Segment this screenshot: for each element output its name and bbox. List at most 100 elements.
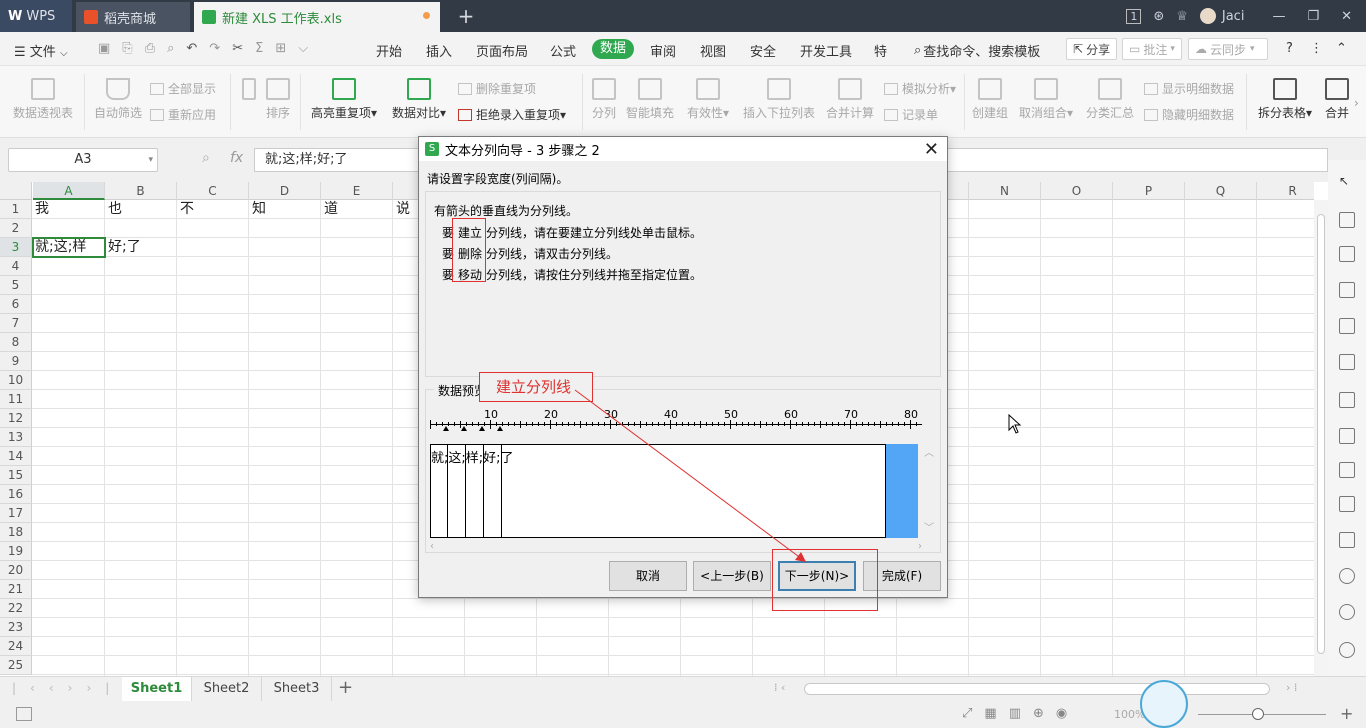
- validity-button[interactable]: 有效性▾: [684, 78, 732, 121]
- hscroll-right-arrow[interactable]: › ⁞: [1286, 681, 1297, 694]
- select-all-corner[interactable]: [0, 182, 32, 200]
- avatar[interactable]: [1199, 8, 1216, 24]
- grid-view-icon[interactable]: [1339, 318, 1355, 334]
- column-header-N[interactable]: N: [969, 182, 1041, 200]
- dialog-close-button[interactable]: ✕: [924, 139, 939, 160]
- page-break-icon[interactable]: ▥: [1009, 706, 1021, 721]
- cell-B3[interactable]: 好;了: [105, 238, 141, 257]
- print-icon[interactable]: ⎙: [145, 41, 155, 56]
- export-icon[interactable]: ⎘: [122, 41, 132, 56]
- column-header-A[interactable]: A: [33, 182, 105, 200]
- reapply-button[interactable]: 重新应用: [150, 106, 216, 123]
- vertical-scrollbar[interactable]: [1314, 200, 1328, 676]
- tab-document[interactable]: 新建 XLS 工作表.xls: [194, 2, 440, 32]
- more-options-icon[interactable]: ⋮: [1310, 41, 1323, 56]
- sheet-tab-3[interactable]: Sheet3: [262, 677, 332, 701]
- row-header-2[interactable]: 2: [0, 219, 32, 238]
- row-header-5[interactable]: 5: [0, 276, 32, 295]
- row-header-7[interactable]: 7: [0, 314, 32, 333]
- fullscreen-icon[interactable]: ⤢: [962, 706, 972, 721]
- shirt-icon[interactable]: ♕: [1176, 9, 1188, 24]
- cloud-sync-button[interactable]: ☁ 云同步 ▾: [1188, 38, 1268, 60]
- cell-A1[interactable]: 我: [32, 200, 49, 219]
- cell-D1[interactable]: 知: [249, 200, 266, 219]
- highlight-duplicates-button[interactable]: 高亮重复项▾: [308, 78, 380, 121]
- menu-page-layout[interactable]: 页面布局: [476, 41, 528, 60]
- menu-security[interactable]: 安全: [750, 41, 776, 60]
- menu-view[interactable]: 视图: [700, 41, 726, 60]
- minimize-button[interactable]: —: [1272, 9, 1285, 24]
- column-split-line[interactable]: [501, 445, 502, 537]
- consolidate-button[interactable]: 合并计算: [824, 78, 876, 121]
- vertical-scroll-thumb[interactable]: [1317, 214, 1325, 654]
- row-header-6[interactable]: 6: [0, 295, 32, 314]
- zoom-slider-handle[interactable]: [1252, 708, 1264, 720]
- name-box[interactable]: A3 ▾: [8, 148, 158, 172]
- row-header-20[interactable]: 20: [0, 561, 32, 580]
- image-icon[interactable]: [1339, 428, 1355, 444]
- sort-asc-button[interactable]: [238, 78, 260, 104]
- eye-protect-icon[interactable]: ◉: [1056, 706, 1067, 721]
- sheet-nav-arrows[interactable]: |‹‹››|: [12, 681, 123, 695]
- file-menu[interactable]: ☰ 文件 ⌵: [14, 41, 68, 60]
- cancel-button[interactable]: 取消: [609, 561, 687, 591]
- row-header-18[interactable]: 18: [0, 523, 32, 542]
- help-button[interactable]: ?: [1286, 41, 1293, 56]
- undo-icon[interactable]: ↶: [186, 41, 197, 56]
- column-header-C[interactable]: C: [177, 182, 249, 200]
- add-sheet-button[interactable]: +: [338, 677, 353, 698]
- style-icon[interactable]: [1339, 212, 1355, 228]
- column-header-R[interactable]: R: [1257, 182, 1314, 200]
- share-out-icon[interactable]: [1339, 462, 1355, 478]
- user-name[interactable]: Jaci: [1222, 9, 1245, 24]
- row-header-16[interactable]: 16: [0, 485, 32, 504]
- menu-formula[interactable]: 公式: [550, 41, 576, 60]
- menu-special[interactable]: 特: [874, 41, 887, 60]
- cell-E1[interactable]: 道: [321, 200, 338, 219]
- preview-data-area[interactable]: 就;这;样;好;了: [430, 444, 886, 538]
- redo-icon[interactable]: ↷: [209, 41, 220, 56]
- page-layout-icon[interactable]: ⊕: [1033, 706, 1044, 721]
- split-arrow-icon[interactable]: [479, 426, 485, 431]
- back-button[interactable]: <上一步(B): [693, 561, 771, 591]
- filter-panel-icon[interactable]: [1339, 354, 1355, 370]
- print-preview-icon[interactable]: ⌕: [167, 41, 174, 56]
- row-header-1[interactable]: 1: [0, 200, 32, 219]
- simulate-analysis-button[interactable]: 模拟分析 ▾: [884, 80, 956, 97]
- row-header-12[interactable]: 12: [0, 409, 32, 428]
- cell-B1[interactable]: 也: [105, 200, 122, 219]
- cell-F1[interactable]: 说: [393, 200, 410, 219]
- menu-home[interactable]: 开始: [376, 41, 402, 60]
- data-compare-button[interactable]: 数据对比▾: [388, 78, 450, 121]
- macro-record-icon[interactable]: [16, 707, 32, 721]
- chevron-up-icon[interactable]: ︿: [922, 444, 936, 459]
- sort-button[interactable]: 排序: [264, 78, 292, 121]
- row-header-10[interactable]: 10: [0, 371, 32, 390]
- split-arrow-icon[interactable]: [443, 426, 449, 431]
- split-table-button[interactable]: 拆分表格▾: [1254, 78, 1316, 121]
- split-arrow-icon[interactable]: [461, 426, 467, 431]
- fx-icon[interactable]: fx: [230, 150, 243, 166]
- chevron-down-icon[interactable]: ﹀: [922, 519, 936, 534]
- row-header-17[interactable]: 17: [0, 504, 32, 523]
- smart-fill-button[interactable]: 智能填充: [624, 78, 676, 121]
- column-split-line[interactable]: [483, 445, 484, 537]
- column-header-O[interactable]: O: [1041, 182, 1113, 200]
- sheet-tab-1[interactable]: Sheet1: [122, 677, 192, 701]
- create-group-button[interactable]: 创建组: [970, 78, 1010, 121]
- row-header-25[interactable]: 25: [0, 656, 32, 675]
- column-header-D[interactable]: D: [249, 182, 321, 200]
- show-detail-button[interactable]: 显示明细数据: [1144, 80, 1234, 97]
- row-header-21[interactable]: 21: [0, 580, 32, 599]
- row-header-9[interactable]: 9: [0, 352, 32, 371]
- show-all-button[interactable]: 全部显示: [150, 80, 216, 97]
- settings-icon[interactable]: [1339, 392, 1355, 408]
- share-button[interactable]: ⇱ 分享: [1066, 38, 1118, 60]
- horizontal-scroll-thumb[interactable]: [804, 683, 1270, 695]
- preview-vertical-scrollbar[interactable]: ︿ ﹀: [922, 444, 936, 538]
- column-header-B[interactable]: B: [105, 182, 177, 200]
- pivot-table-button[interactable]: 数据透视表: [12, 78, 74, 121]
- column-split-line[interactable]: [465, 445, 466, 537]
- delete-duplicates-button[interactable]: 删除重复项: [458, 80, 536, 97]
- menu-review[interactable]: 审阅: [650, 41, 676, 60]
